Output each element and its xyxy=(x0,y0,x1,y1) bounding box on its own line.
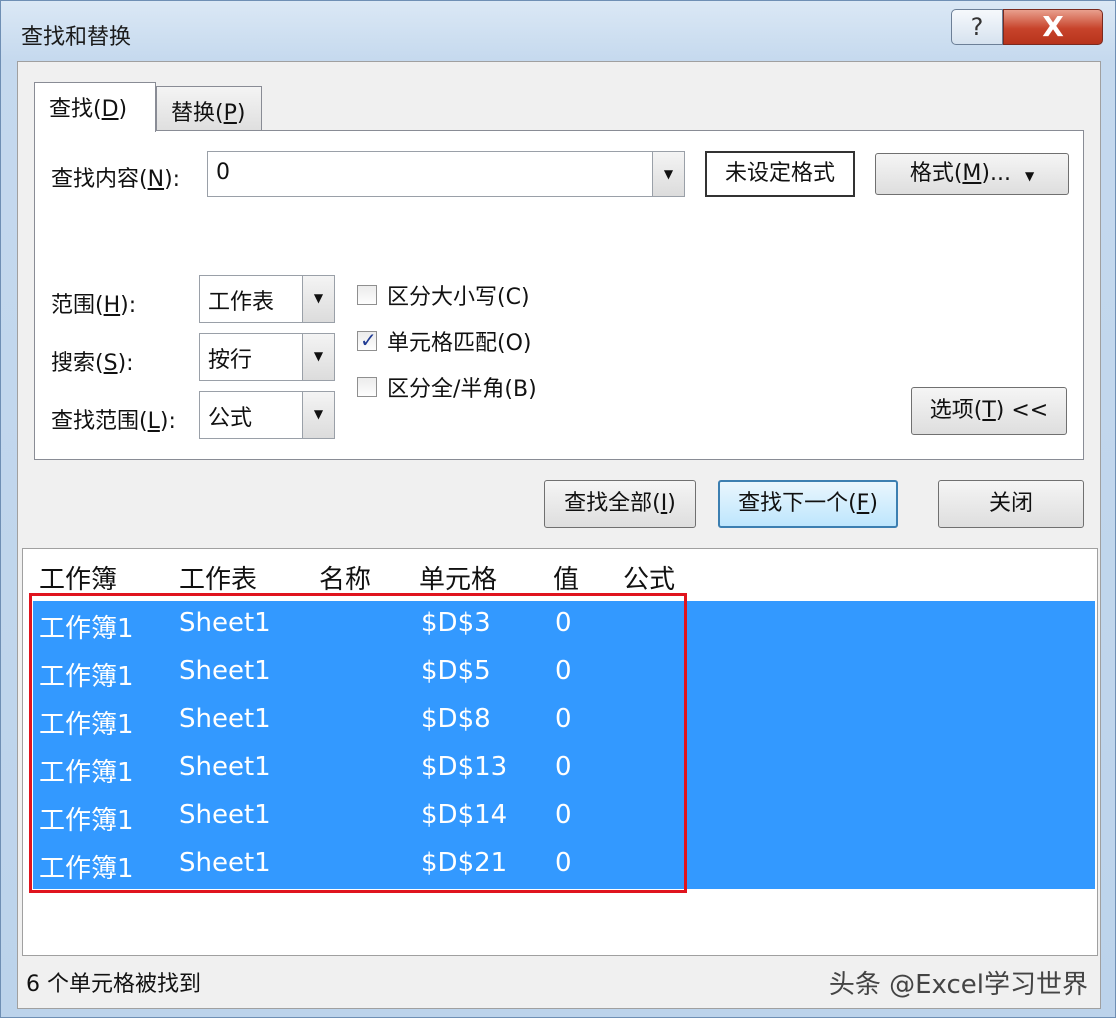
find-next-button[interactable]: 查找下一个(F) xyxy=(718,480,898,528)
help-button[interactable]: ? xyxy=(951,9,1003,45)
find-replace-dialog: 查找和替换 ? X 查找(D) 替换(P) 查找内容(N): 0 ▼ 未设定格式… xyxy=(0,0,1116,1018)
chevron-down-icon: ▼ xyxy=(1024,169,1035,183)
options-toggle-button[interactable]: 选项(T) << xyxy=(911,387,1067,435)
col-header-name[interactable]: 名称 xyxy=(319,559,371,596)
col-header-value[interactable]: 值 xyxy=(553,559,579,596)
match-byte-label[interactable]: 区分全/半角(B) xyxy=(387,371,537,403)
tab-find[interactable]: 查找(D) xyxy=(34,82,156,132)
find-panel: 查找内容(N): 0 ▼ 未设定格式 格式(M)... ▼ 范围(H): 工作表 … xyxy=(34,130,1084,460)
chevron-down-icon[interactable]: ▼ xyxy=(302,392,334,438)
status-text: 6 个单元格被找到 xyxy=(26,972,201,997)
match-entire-cell-checkbox[interactable]: ✓ xyxy=(357,328,377,352)
chevron-down-icon[interactable]: ▼ xyxy=(302,334,334,380)
match-byte-checkbox[interactable] xyxy=(357,377,377,397)
col-header-formula[interactable]: 公式 xyxy=(623,559,675,596)
search-label: 搜索(S): xyxy=(51,351,134,376)
look-in-select[interactable]: 公式 ▼ xyxy=(199,391,335,439)
format-button[interactable]: 格式(M)... ▼ xyxy=(875,153,1069,195)
title-bar[interactable]: 查找和替换 ? X xyxy=(1,1,1116,61)
find-what-label: 查找内容(N): xyxy=(51,167,181,192)
col-header-cell[interactable]: 单元格 xyxy=(419,559,497,596)
find-what-combobox[interactable]: 0 ▼ xyxy=(207,151,685,197)
find-what-value[interactable]: 0 xyxy=(216,160,230,185)
close-button[interactable]: 关闭 xyxy=(938,480,1084,528)
tab-replace[interactable]: 替换(P) xyxy=(156,86,262,132)
chevron-down-icon[interactable]: ▼ xyxy=(302,276,334,322)
status-bar: 6 个单元格被找到 头条 @Excel学习世界 xyxy=(22,958,1098,1002)
dialog-client: 查找(D) 替换(P) 查找内容(N): 0 ▼ 未设定格式 格式(M)... ▼… xyxy=(17,61,1101,1009)
look-in-label: 查找范围(L): xyxy=(51,409,176,434)
search-order-select[interactable]: 按行 ▼ xyxy=(199,333,335,381)
match-case-checkbox[interactable] xyxy=(357,285,377,305)
dialog-title: 查找和替换 xyxy=(21,25,132,50)
watermark: 头条 @Excel学习世界 xyxy=(828,970,1088,1000)
close-window-button[interactable]: X xyxy=(1003,9,1103,45)
highlight-annotation-box xyxy=(29,593,687,893)
match-case-label[interactable]: 区分大小写(C) xyxy=(387,279,530,311)
find-all-button[interactable]: 查找全部(I) xyxy=(544,480,696,528)
chevron-down-icon[interactable]: ▼ xyxy=(652,152,684,196)
col-header-sheet[interactable]: 工作表 xyxy=(179,559,257,596)
results-list[interactable]: 工作簿 工作表 名称 单元格 值 公式 工作簿1 Sheet1 $D$3 0 工… xyxy=(22,548,1098,956)
match-entire-cell-label[interactable]: 单元格匹配(O) xyxy=(387,325,531,357)
scope-select[interactable]: 工作表 ▼ xyxy=(199,275,335,323)
col-header-workbook[interactable]: 工作簿 xyxy=(39,559,117,596)
scope-label: 范围(H): xyxy=(51,293,137,318)
format-preview: 未设定格式 xyxy=(705,151,855,197)
check-icon: ✓ xyxy=(360,328,377,352)
